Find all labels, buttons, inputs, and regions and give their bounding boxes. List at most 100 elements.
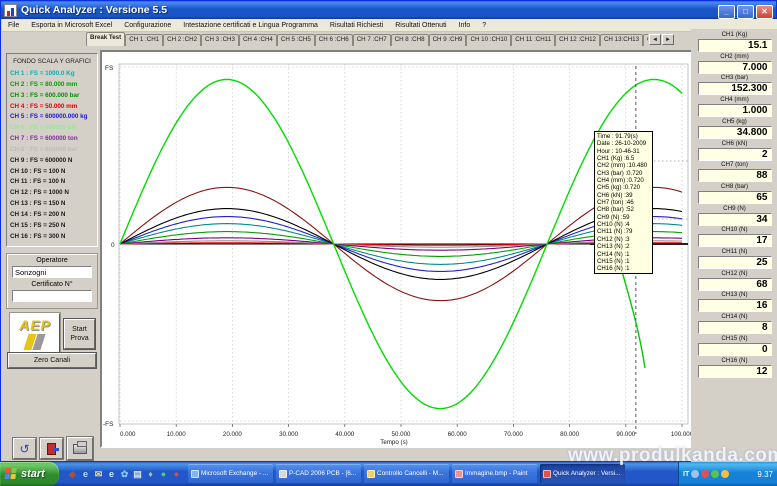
- certificate-label: Certificato N°: [7, 281, 97, 288]
- tooltip-line: CH15 (N) :1: [597, 258, 650, 265]
- tab-1[interactable]: Break Test: [86, 32, 125, 46]
- undo-button[interactable]: ↺: [13, 438, 36, 459]
- update-icon[interactable]: [711, 470, 719, 478]
- tab-15[interactable]: CH 14 :CH14: [643, 34, 648, 46]
- close-button[interactable]: ✕: [756, 5, 773, 19]
- readout-unit: CH3 (bar)152.300: [691, 74, 777, 95]
- title-bar[interactable]: Quick Analyzer : Versione 5.5 _□✕: [1, 1, 776, 19]
- task-icon: [367, 470, 375, 478]
- start-prova-button[interactable]: Start Prova: [64, 319, 95, 349]
- channel-scale-line: CH 2 : FS = 80.000 mm: [10, 80, 97, 91]
- task-button-5[interactable]: Quick Analyzer : Versi...: [540, 464, 625, 483]
- alert-icon[interactable]: ●: [171, 468, 182, 480]
- tab-4[interactable]: CH 3 :CH3: [201, 34, 239, 46]
- tooltip-line: CH10 (N) :4: [597, 221, 650, 228]
- readout-label: CH10 (N): [691, 226, 777, 234]
- readout-label: CH1 (Kg): [691, 31, 777, 39]
- print-button[interactable]: [67, 437, 93, 460]
- menu-item-7[interactable]: Info: [453, 22, 477, 29]
- svg-text:100.000: 100.000: [671, 431, 692, 438]
- operator-group: Operatore Certificato N°: [6, 253, 98, 309]
- language-indicator[interactable]: IT: [683, 471, 689, 478]
- readout-unit: CH11 (N)25: [691, 248, 777, 269]
- app-shortcut-icon[interactable]: ◆: [67, 468, 78, 480]
- windows-flag-pane: [5, 468, 11, 473]
- menu-item-4[interactable]: Intestazione certificati e Lingua Progra…: [177, 22, 324, 29]
- update-icon[interactable]: ●: [158, 468, 169, 480]
- exit-button[interactable]: [40, 438, 63, 459]
- menu-item-6[interactable]: Risultati Ottenuti: [389, 22, 452, 29]
- readout-value: 68: [698, 278, 772, 291]
- antivirus-icon[interactable]: [701, 470, 709, 478]
- readout-unit: CH12 (N)68: [691, 270, 777, 291]
- minimize-button[interactable]: _: [718, 5, 735, 19]
- task-label: P-CAD 2006 PCB - [6...: [289, 470, 356, 477]
- readout-value: 8: [698, 321, 772, 334]
- tab-8[interactable]: CH 7 :CH7: [353, 34, 391, 46]
- settings-icon[interactable]: ♦: [145, 468, 156, 480]
- tab-5[interactable]: CH 4 :CH4: [239, 34, 277, 46]
- windows-flag-pane: [4, 474, 10, 479]
- tab-10[interactable]: CH 9 :CH9: [429, 34, 467, 46]
- menu-item-2[interactable]: Esporta in Microsoft Excel: [25, 22, 118, 29]
- task-button-4[interactable]: Immagine.bmp - Paint: [452, 464, 537, 483]
- tab-13[interactable]: CH 12 :CH12: [555, 34, 600, 46]
- taskbar-clock[interactable]: 9.37: [757, 470, 773, 479]
- tab-6[interactable]: CH 5 :CH5: [277, 34, 315, 46]
- certificate-input[interactable]: [12, 290, 92, 302]
- volume-icon[interactable]: [721, 470, 729, 478]
- operator-label: Operatore: [7, 257, 97, 264]
- channel-scale-line: CH 16 : FS = 300 N: [10, 232, 97, 243]
- tooltip-line: Hour : 10-46-31: [597, 148, 650, 155]
- readout-label: CH8 (bar): [691, 183, 777, 191]
- task-icon: [543, 470, 551, 478]
- readout-value: 88: [698, 169, 772, 182]
- menu-item-1[interactable]: File: [2, 22, 25, 29]
- task-button-1[interactable]: Microsoft Exchange - ...: [188, 464, 273, 483]
- aep-logo-mark-icon: [24, 334, 46, 350]
- readout-value: 34: [698, 213, 772, 226]
- chart-area[interactable]: 0.00010.00020.00030.00040.00050.00060.00…: [100, 50, 694, 448]
- menu-item-8[interactable]: ?: [476, 22, 492, 29]
- task-label: Immagine.bmp - Paint: [465, 470, 528, 477]
- network-icon[interactable]: [691, 470, 699, 478]
- readout-unit: CH10 (N)17: [691, 226, 777, 247]
- start-button[interactable]: start: [0, 462, 59, 486]
- tab-3[interactable]: CH 2 :CH2: [163, 34, 201, 46]
- tab-14[interactable]: CH 13:CH13: [600, 34, 643, 46]
- tab-2[interactable]: CH 1 :CH1: [125, 34, 163, 46]
- menu-item-5[interactable]: Risultati Richiesti: [324, 22, 389, 29]
- outlook-icon[interactable]: ✉: [93, 468, 104, 480]
- task-button-2[interactable]: P-CAD 2006 PCB - [6...: [276, 464, 361, 483]
- maximize-button[interactable]: □: [737, 5, 754, 19]
- channel-scale-line: CH 10 : FS = 100 N: [10, 167, 97, 178]
- aep-logo-button[interactable]: AEP: [10, 313, 60, 355]
- zero-canali-button[interactable]: Zero Canali: [8, 353, 96, 368]
- internet-explorer-icon[interactable]: e: [80, 468, 91, 480]
- readout-value: 12: [698, 365, 772, 378]
- svg-text:Tempo (s): Tempo (s): [380, 439, 408, 446]
- channel-scale-line: CH 4 : FS = 50.000 mm: [10, 102, 97, 113]
- readout-label: CH3 (bar): [691, 74, 777, 82]
- tab-11[interactable]: CH 10 :CH10: [466, 34, 511, 46]
- tab-9[interactable]: CH 8 :CH8: [391, 34, 429, 46]
- readout-unit: CH14 (N)8: [691, 313, 777, 334]
- operator-input[interactable]: [12, 266, 92, 278]
- menu-item-3[interactable]: Configurazione: [118, 22, 177, 29]
- task-button-3[interactable]: Controllo Cancelli - M...: [364, 464, 449, 483]
- task-label: Controllo Cancelli - M...: [377, 470, 443, 477]
- document-icon[interactable]: ▤: [132, 468, 143, 480]
- readout-unit: CH16 (N)12: [691, 357, 777, 378]
- tab-7[interactable]: CH 6 :CH6: [315, 34, 353, 46]
- tab-scroll-left[interactable]: ◄: [649, 34, 661, 45]
- tab-12[interactable]: CH 11 :CH11: [511, 34, 555, 46]
- internet-explorer-icon-2[interactable]: e: [106, 468, 117, 480]
- tooltip-line: CH16 (N) :1: [597, 265, 650, 272]
- readout-value: 15.1: [698, 39, 772, 52]
- readout-label: CH11 (N): [691, 248, 777, 256]
- readout-unit: CH7 (ton)88: [691, 161, 777, 182]
- tab-strip: Break TestCH 1 :CH1CH 2 :CH2CH 3 :CH3CH …: [86, 32, 648, 46]
- readout-label: CH16 (N): [691, 357, 777, 365]
- msn-icon[interactable]: ✿: [119, 468, 130, 480]
- tab-scroll-right[interactable]: ►: [662, 34, 674, 45]
